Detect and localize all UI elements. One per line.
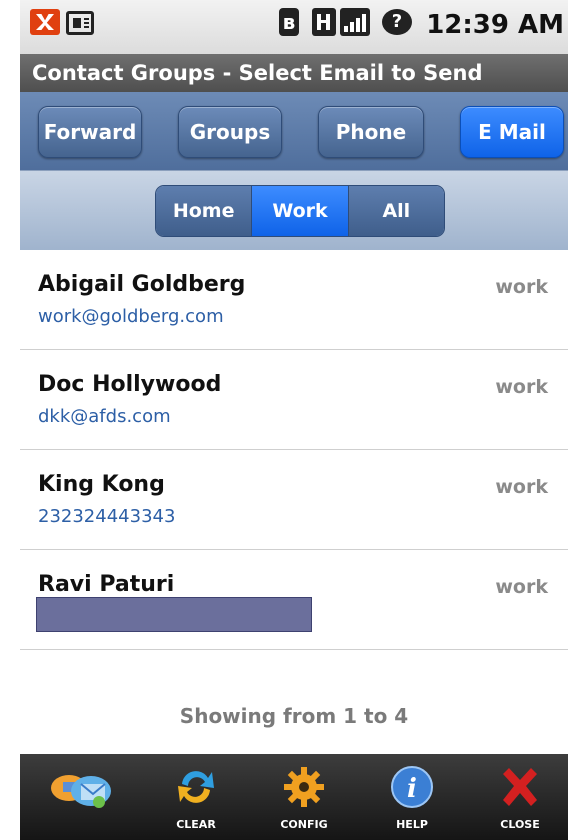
app-notification-icon [30,9,60,35]
signal-strength-icon [340,8,370,36]
filter-bar: Home Work All [20,170,568,251]
contact-name: Ravi Paturi [38,572,175,597]
email-button[interactable]: E Mail [460,106,564,158]
contacts-app-icon [51,775,111,808]
contact-name: Abigail Goldberg [38,272,246,297]
bluetooth-icon: ʙ [279,8,299,36]
contact-type: work [495,376,548,398]
list-item[interactable]: King Kong 232324443343 work [20,450,568,550]
contact-type: work [495,276,548,298]
config-button[interactable]: CONFIG [264,760,344,836]
clear-button[interactable]: CLEAR [156,760,236,836]
contact-name: King Kong [38,472,165,497]
clear-label: CLEAR [176,818,216,831]
contact-name: Doc Hollywood [38,372,222,397]
type-segmented-control: Home Work All [155,185,445,237]
contact-type: work [495,576,548,598]
contact-email: dkk@afds.com [38,406,171,427]
notification-card-icon [66,11,94,35]
phone-button[interactable]: Phone [318,106,424,158]
contact-type: work [495,476,548,498]
contacts-app-button[interactable] [42,760,122,836]
help-label: HELP [396,818,428,831]
contact-email: work@goldberg.com [38,306,224,327]
battery-unknown-icon: ? [382,9,412,35]
top-nav: Forward Groups Phone E Mail [20,92,568,170]
refresh-icon [178,771,214,803]
list-item[interactable]: Abigail Goldberg work@goldberg.com work [20,250,568,350]
segment-home[interactable]: Home [156,186,253,236]
forward-button[interactable]: Forward [38,106,142,158]
groups-button[interactable]: Groups [178,106,282,158]
page-title: Contact Groups - Select Email to Send [20,54,568,92]
contact-phone: 232324443343 [38,506,176,527]
clock: 12:39 AM [426,10,564,40]
list-item[interactable]: Ravi Paturi work [20,550,568,650]
redacted-detail [36,597,312,632]
network-icons [312,8,370,38]
gear-icon [284,767,324,807]
config-label: CONFIG [280,818,328,831]
contact-list: Abigail Goldberg work@goldberg.com work … [20,250,568,650]
hspa-icon [312,8,336,36]
list-item[interactable]: Doc Hollywood dkk@afds.com work [20,350,568,450]
svg-text:i: i [407,774,417,804]
status-bar: ʙ ? 12:39 AM [20,0,568,54]
close-button[interactable]: CLOSE [480,760,560,836]
info-icon: i [391,766,433,808]
close-icon [503,768,537,806]
help-button[interactable]: i HELP [372,760,452,836]
segment-work[interactable]: Work [252,186,349,236]
close-label: CLOSE [500,818,540,831]
pagination-status: Showing from 1 to 4 [179,704,409,728]
segment-all[interactable]: All [348,186,444,236]
bottom-toolbar: CLEAR CONFIG i HELP CLOSE [20,754,568,840]
